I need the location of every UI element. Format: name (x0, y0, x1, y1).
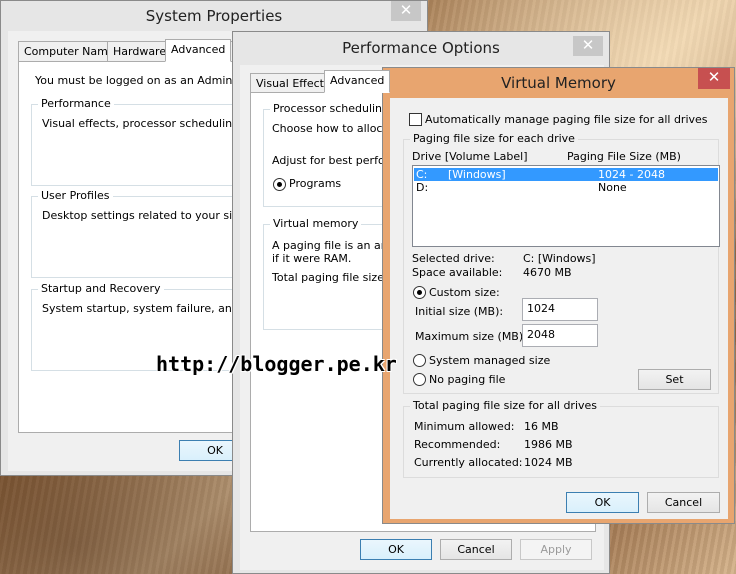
paging-per-drive-title: Paging file size for each drive (410, 132, 578, 145)
space-available-label: Space available: (412, 266, 503, 279)
perf-ok-button[interactable]: OK (360, 539, 432, 560)
perf-apply-button[interactable]: Apply (520, 539, 592, 560)
auto-manage-checkbox[interactable] (409, 113, 422, 126)
list-item[interactable]: C: [Windows] 1024 - 2048 (413, 167, 719, 182)
drive-size: 1024 - 2048 (598, 168, 665, 181)
selected-drive-label: Selected drive: (412, 252, 495, 265)
column-size: Paging File Size (MB) (567, 150, 681, 163)
list-item[interactable]: D: None (414, 181, 718, 194)
close-icon: ✕ (707, 68, 721, 86)
user-profiles-desc: Desktop settings related to your sign-in (42, 209, 261, 222)
virtual-memory-title: Virtual Memory (501, 74, 616, 92)
recommended-value: 1986 MB (524, 438, 573, 451)
performance-group-title: Performance (38, 97, 114, 110)
maximum-size-label: Maximum size (MB): (415, 330, 527, 343)
vm-ok-button[interactable]: OK (566, 492, 639, 513)
system-properties-title: System Properties (145, 7, 283, 25)
tab-advanced-perf[interactable]: Advanced (324, 70, 391, 93)
space-available-value: 4670 MB (523, 266, 572, 279)
initial-size-label: Initial size (MB): (415, 305, 504, 318)
column-drive: Drive [Volume Label] (412, 150, 528, 163)
initial-size-input[interactable]: 1024 (522, 298, 598, 321)
system-managed-radio[interactable] (413, 354, 426, 367)
drive-letter: D: (416, 181, 429, 194)
virtual-memory-close-button[interactable]: ✕ (698, 68, 730, 89)
selected-drive-value: C: [Windows] (523, 252, 596, 265)
set-button[interactable]: Set (638, 369, 711, 390)
tab-computer-name[interactable]: Computer Name (18, 41, 121, 62)
minimum-allowed-label: Minimum allowed: (414, 420, 515, 433)
close-icon: ✕ (399, 1, 413, 19)
watermark-text: http://blogger.pe.kr (156, 352, 397, 376)
minimum-allowed-value: 16 MB (524, 420, 559, 433)
custom-size-label[interactable]: Custom size: (429, 286, 500, 299)
currently-allocated-value: 1024 MB (524, 456, 573, 469)
user-profiles-group-title: User Profiles (38, 189, 113, 202)
system-properties-close-button[interactable]: ✕ (391, 1, 421, 21)
no-paging-label[interactable]: No paging file (429, 373, 505, 386)
recommended-label: Recommended: (414, 438, 501, 451)
tab-hardware[interactable]: Hardware (107, 41, 173, 62)
maximum-size-input[interactable]: 2048 (522, 324, 598, 347)
programs-radio[interactable] (273, 178, 286, 191)
virtual-memory-client: Automatically manage paging file size fo… (390, 98, 728, 519)
programs-label[interactable]: Programs (289, 177, 341, 190)
auto-manage-label[interactable]: Automatically manage paging file size fo… (425, 113, 708, 126)
performance-options-close-button[interactable]: ✕ (573, 36, 603, 56)
totals-group-title: Total paging file size for all drives (410, 399, 601, 412)
paging-per-drive-group: Paging file size for each drive Drive [V… (403, 132, 720, 394)
system-managed-label[interactable]: System managed size (429, 354, 550, 367)
currently-allocated-label: Currently allocated: (414, 456, 523, 469)
drive-listbox[interactable]: C: [Windows] 1024 - 2048 D: None (412, 165, 720, 247)
tab-advanced[interactable]: Advanced (165, 39, 232, 62)
processor-scheduling-title: Processor scheduling (270, 102, 393, 115)
totals-group: Total paging file size for all drives Mi… (403, 399, 719, 478)
vm-desc-2: if it were RAM. (272, 252, 352, 265)
drive-size: None (598, 181, 627, 194)
vm-desc-1: A paging file is an area (272, 239, 399, 252)
custom-size-radio[interactable] (413, 286, 426, 299)
drive-label: [Windows] (448, 168, 506, 181)
close-icon: ✕ (581, 36, 595, 54)
startup-recovery-group-title: Startup and Recovery (38, 282, 164, 295)
tab-visual-effects[interactable]: Visual Effects (250, 73, 336, 94)
virtual-memory-window: Virtual Memory ✕ Automatically manage pa… (382, 67, 735, 524)
perf-virtual-memory-title: Virtual memory (270, 217, 362, 230)
drive-letter: C: (416, 168, 428, 181)
processor-adjust: Adjust for best perform (272, 154, 400, 167)
performance-options-title: Performance Options (342, 39, 500, 57)
vm-cancel-button[interactable]: Cancel (647, 492, 720, 513)
no-paging-radio[interactable] (413, 373, 426, 386)
perf-cancel-button[interactable]: Cancel (440, 539, 512, 560)
